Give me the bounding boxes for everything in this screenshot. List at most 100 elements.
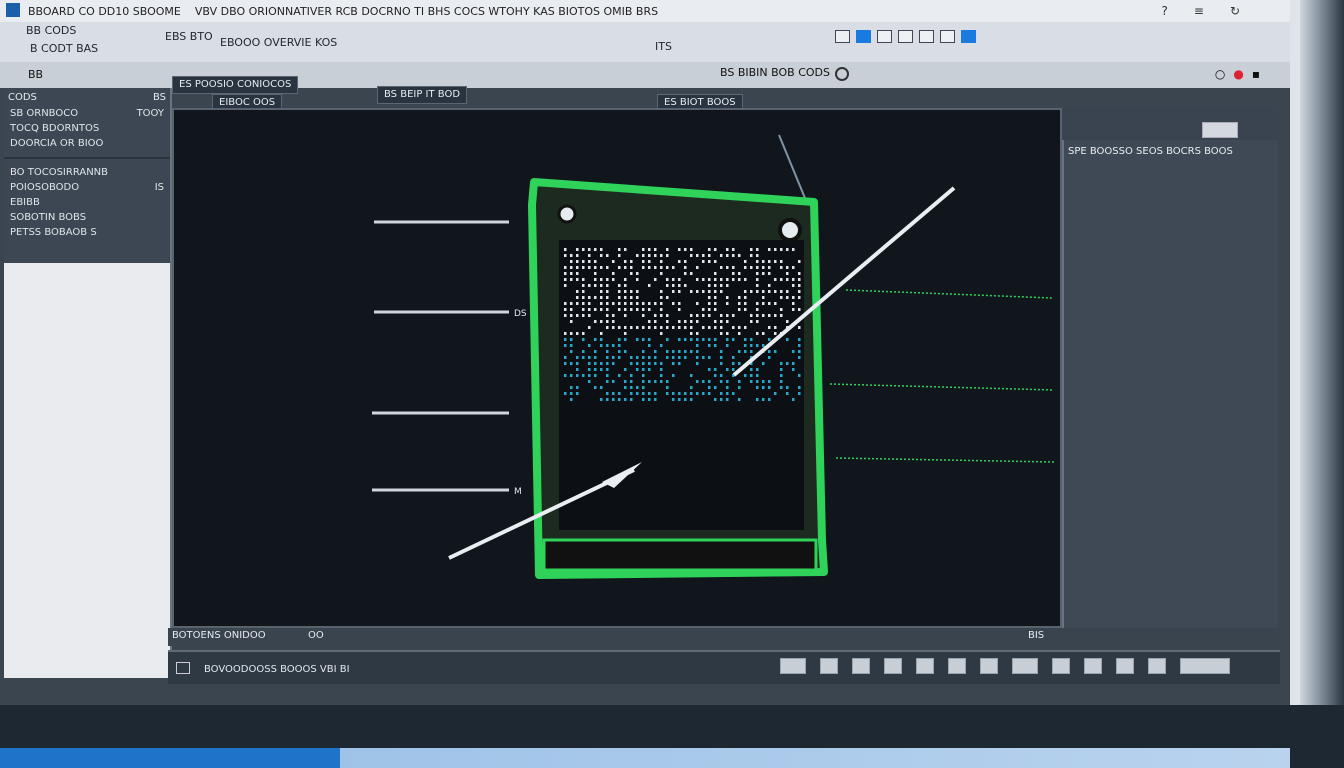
code-dot [678,302,681,305]
code-dot [612,380,615,383]
toolbar-button-2[interactable] [856,30,871,43]
bottom-button-12[interactable] [1148,658,1166,674]
bottom-button-8[interactable] [1012,658,1038,674]
code-dot [600,362,603,365]
bottom-button-9[interactable] [1052,658,1070,674]
refresh-icon[interactable]: ↻ [1230,4,1240,18]
code-dot [696,266,699,269]
bottom-button-5[interactable] [916,658,934,674]
bottom-label: BOVOODOOSS BOOOS VBI BI [204,664,350,675]
code-dot [708,356,711,359]
code-dot [642,314,645,317]
toolbar-button-7[interactable] [961,30,976,43]
toolbar-button-6[interactable] [940,30,955,43]
lock-icon[interactable]: ▪ [1252,67,1260,81]
code-dot [594,272,597,275]
right-panel-button[interactable] [1202,122,1238,138]
code-dot [774,290,777,293]
code-dot [690,386,693,389]
left-panel-item[interactable]: BO TOCOSIRRANNB [4,165,170,180]
code-dot [720,320,723,323]
code-dot [582,266,585,269]
code-dot [762,290,765,293]
bottom-button-6[interactable] [948,658,966,674]
left-panel-item[interactable]: DOORCIA OR BIOO [4,136,170,151]
search-icon[interactable]: ○ [1215,67,1225,81]
code-dot [768,386,771,389]
bottom-icon[interactable] [176,662,190,674]
code-dot [606,380,609,383]
taskbar [0,748,1290,768]
tab-1[interactable]: ES POOSIO CONIOCOS [172,76,299,94]
code-dot [600,254,603,257]
left-panel-item[interactable]: SB ORNBOCO TOOY [4,106,170,121]
bottom-button-11[interactable] [1116,658,1134,674]
left-panel-item[interactable]: POIOSOBODO IS [4,180,170,195]
menu-row-1[interactable]: BB CODS [26,24,76,37]
code-dot [582,350,585,353]
menu-item-ebs[interactable]: EBS BTO [165,30,213,43]
code-dot [702,278,705,281]
code-dot [672,356,675,359]
code-dot [750,344,753,347]
code-dot [666,254,669,257]
code-dot [780,308,783,311]
left-panel-item[interactable]: EBIBB [4,195,170,210]
code-dot [582,374,585,377]
code-dot [708,260,711,263]
code-dot [618,392,621,395]
tab-3[interactable]: BS BEIP IT BOD [377,86,468,104]
menu-row-2[interactable]: B CODT BAS [30,42,98,55]
code-dot [786,320,789,323]
menu-icon[interactable]: ≡ [1194,4,1204,18]
left-panel-item[interactable]: TOCQ BDORNTOS [4,121,170,136]
code-dot [624,296,627,299]
left-panel-item[interactable]: SOBOTIN BOBS [4,210,170,225]
code-dot [726,278,729,281]
code-dot [738,350,741,353]
code-dot [576,356,579,359]
code-dot [570,332,573,335]
bottom-button-2[interactable] [820,658,838,674]
code-dot [624,332,627,335]
bottom-button-4[interactable] [884,658,902,674]
code-dot [756,278,759,281]
code-dot [582,338,585,341]
toolbar-button-5[interactable] [919,30,934,43]
code-dot [702,314,705,317]
help-icon[interactable]: ? [1162,4,1168,18]
code-dot [714,344,717,347]
code-dot [714,296,717,299]
code-dot [624,314,627,317]
toolbar-button-3[interactable] [877,30,892,43]
code-dot [696,344,699,347]
viewport-canvas[interactable]: DS M [172,108,1062,628]
code-dot [570,374,573,377]
bottom-button-1[interactable] [780,658,806,674]
code-dot [570,398,573,401]
code-dot [576,248,579,251]
bottom-button-7[interactable] [980,658,998,674]
code-dot [774,278,777,281]
code-dot [672,362,675,365]
toolbar-button-1[interactable] [835,30,850,43]
bottom-button-10[interactable] [1084,658,1102,674]
code-dot [624,248,627,251]
code-dot [714,326,717,329]
left-panel-item[interactable]: PETSS BOBAOB S [4,225,170,240]
monitor-bezel-right [1300,0,1344,768]
code-dot [654,266,657,269]
trace-3 [835,457,1055,463]
record-icon[interactable]: ● [1233,67,1243,81]
menu-item-overview[interactable]: EBOOO OVERVIE KOS [220,36,337,49]
code-dot [636,356,639,359]
code-dot [690,350,693,353]
bottom-button-13[interactable] [1180,658,1230,674]
code-dot [792,296,795,299]
code-dot [774,392,777,395]
bottom-button-3[interactable] [852,658,870,674]
code-dot [642,248,645,251]
code-dot [624,266,627,269]
code-dot [720,332,723,335]
toolbar-button-4[interactable] [898,30,913,43]
